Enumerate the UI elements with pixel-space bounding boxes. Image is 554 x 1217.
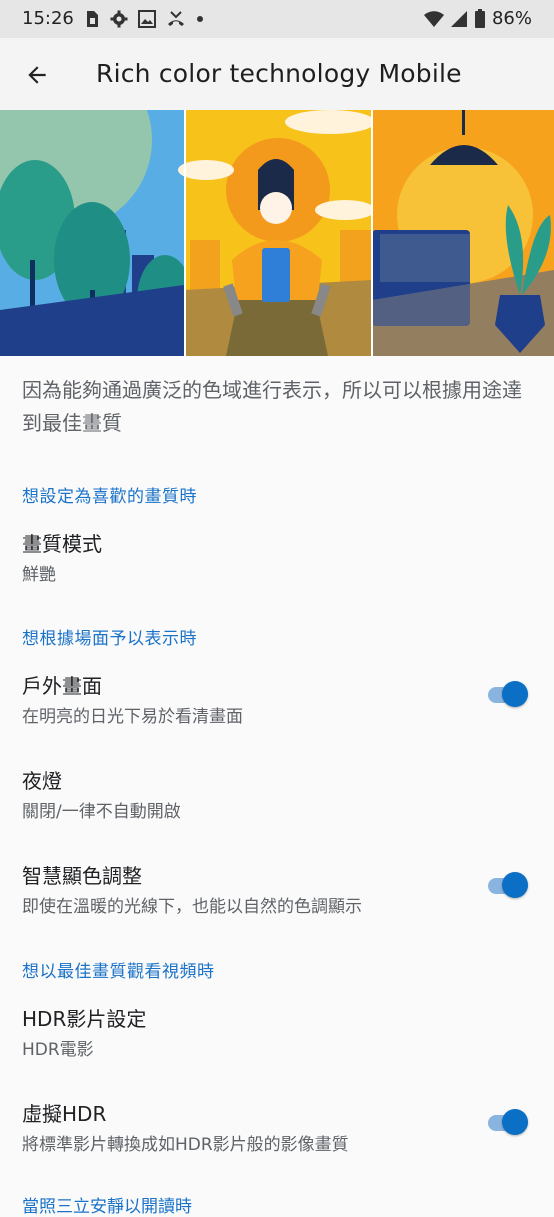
setting-title: 畫質模式 (22, 532, 102, 556)
setting-subtitle: 將標準影片轉換成如HDR影片般的影像畫質 (22, 1135, 349, 1155)
status-bar: 15:26 86% (0, 0, 554, 38)
setting-title: HDR影片設定 (22, 1007, 147, 1031)
battery-percent: 86% (491, 8, 532, 29)
toggle-thumb (502, 872, 528, 898)
notification-icons (84, 10, 204, 28)
battery-icon (474, 8, 485, 28)
setting-subtitle: HDR電影 (22, 1040, 94, 1060)
setting-title: 虛擬HDR (22, 1102, 107, 1126)
section-title-scene: 想根據場面予以表示時 (22, 629, 197, 649)
setting-subtitle: 鮮艷 (22, 565, 56, 585)
toggle-thumb (502, 681, 528, 707)
sim-icon (87, 11, 98, 27)
description-text: 因為能夠通過廣泛的色域進行表示，所以可以根據用途達到最佳畫質 (22, 378, 522, 435)
setting-subtitle: 關閉/一律不自動開啟 (22, 802, 181, 822)
setting-title: 智慧顯色調整 (22, 864, 142, 888)
setting-virtual-hdr[interactable]: 虛擬HDR 將標準影片轉換成如HDR影片般的影像畫質 (0, 1098, 554, 1155)
setting-picture-mode[interactable]: 畫質模式 鮮艷 (0, 528, 554, 585)
gear-icon (110, 10, 128, 28)
setting-title: 戶外畫面 (22, 674, 102, 698)
section-title-video: 想以最佳畫質觀看視頻時 (22, 962, 215, 982)
virtual-hdr-toggle[interactable] (486, 1108, 530, 1136)
image-icon (138, 10, 156, 28)
back-button[interactable] (16, 54, 58, 96)
page-title: Rich color technology Mobile (96, 59, 462, 88)
hero-illustration (0, 110, 554, 356)
smart-color-adjust-toggle[interactable] (486, 871, 530, 899)
toggle-thumb (502, 1109, 528, 1135)
status-right: 86% (423, 8, 532, 29)
arrow-back-icon (28, 66, 46, 84)
status-time: 15:26 (22, 8, 74, 29)
app-bar: Rich color technology Mobile (0, 38, 554, 110)
setting-subtitle: 即使在溫暖的光線下，也能以自然的色調顯示 (22, 897, 362, 917)
hero-image (0, 110, 554, 356)
wifi-icon (423, 10, 444, 27)
setting-hdr-video[interactable]: HDR影片設定 HDR電影 (0, 1003, 554, 1060)
section-title-partial: 當照三立安靜以開讀時 (22, 1197, 192, 1217)
setting-title: 夜燈 (22, 769, 62, 793)
setting-smart-color-adjust[interactable]: 智慧顯色調整 即使在溫暖的光線下，也能以自然的色調顯示 (0, 860, 554, 917)
section-title-preferred-quality: 想設定為喜歡的畫質時 (22, 487, 197, 507)
outdoor-view-toggle[interactable] (486, 680, 530, 708)
setting-night-light[interactable]: 夜燈 關閉/一律不自動開啟 (0, 765, 554, 822)
dot-icon (197, 16, 203, 22)
setting-outdoor-view[interactable]: 戶外畫面 在明亮的日光下易於看清畫面 (0, 670, 554, 727)
missed-call-icon (168, 11, 184, 26)
signal-icon (450, 10, 467, 27)
setting-subtitle: 在明亮的日光下易於看清畫面 (22, 707, 243, 727)
